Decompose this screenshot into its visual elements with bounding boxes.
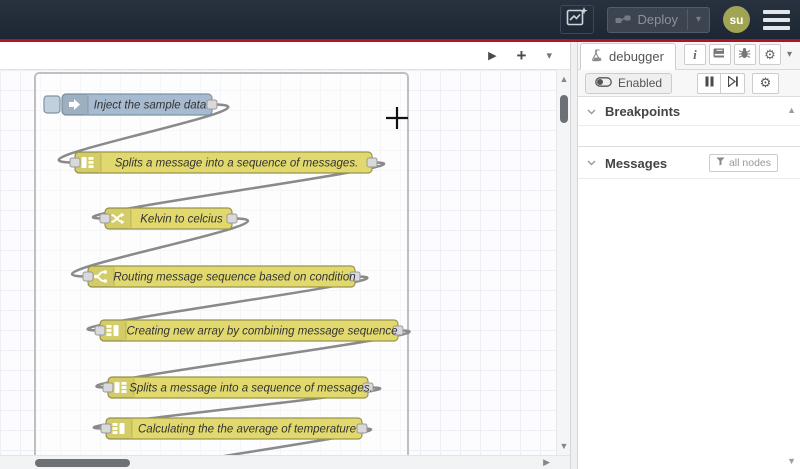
flow-drawing: Inject the sample data Splits a message i… bbox=[34, 72, 411, 455]
node-label: Splits a message into a sequence of mess… bbox=[115, 158, 359, 170]
workspace: ▶ + ▾ Inject the sample data Splits a mes… bbox=[0, 42, 800, 469]
more-tabs-caret-icon[interactable]: ▾ bbox=[784, 49, 795, 60]
canvas-column: ▶ + ▾ Inject the sample data Splits a mes… bbox=[0, 42, 570, 469]
main-menu-button[interactable] bbox=[763, 9, 790, 30]
scroll-down-icon[interactable]: ▼ bbox=[787, 456, 796, 466]
sidebar-tabbar: debugger i ⚙ ▾ bbox=[578, 42, 800, 70]
sidebar-tab-buttons: i ⚙ ▾ bbox=[683, 44, 800, 69]
scroll-up-icon[interactable]: ▲ bbox=[787, 105, 796, 115]
canvas-vertical-scrollbar[interactable]: ▲ ▼ bbox=[556, 70, 570, 455]
node-label: Inject the sample data bbox=[94, 100, 207, 112]
funnel-icon bbox=[716, 157, 725, 169]
flow-list-caret-icon[interactable]: ▾ bbox=[546, 49, 552, 62]
flow-node-inject[interactable]: Inject the sample data bbox=[43, 93, 218, 116]
enabled-label: Enabled bbox=[618, 76, 663, 90]
deploy-label: Deploy bbox=[637, 12, 678, 27]
messages-filter-button[interactable]: all nodes bbox=[708, 154, 778, 172]
chevron-down-icon bbox=[587, 160, 596, 166]
add-flow-icon[interactable]: + bbox=[517, 46, 527, 66]
flow-sparkle-icon bbox=[565, 6, 589, 33]
tab-debugger[interactable]: debugger bbox=[580, 43, 676, 70]
input-port[interactable] bbox=[102, 382, 114, 393]
input-port[interactable] bbox=[99, 213, 111, 224]
deploy-button[interactable]: Deploy ▾ bbox=[606, 6, 710, 33]
config-tab-button[interactable]: ⚙ bbox=[758, 44, 781, 65]
hamburger-icon bbox=[763, 9, 790, 14]
step-button[interactable] bbox=[721, 72, 745, 94]
breakpoints-section-header[interactable]: Breakpoints bbox=[578, 97, 800, 126]
vertical-scroll-thumb[interactable] bbox=[560, 95, 568, 123]
help-tab-button[interactable] bbox=[708, 44, 731, 65]
flow-node-join[interactable]: Creating new array by combining message … bbox=[94, 319, 404, 342]
flow-export-button[interactable] bbox=[559, 5, 594, 34]
deploy-nodes-icon bbox=[608, 14, 638, 26]
messages-section-header[interactable]: Messages all nodes bbox=[578, 147, 800, 179]
info-tab-button[interactable]: i bbox=[683, 44, 706, 65]
messages-title: Messages bbox=[605, 155, 668, 171]
debug-messages-tab-button[interactable] bbox=[733, 44, 756, 65]
output-port[interactable] bbox=[226, 213, 238, 224]
inject-trigger-button[interactable] bbox=[43, 95, 61, 114]
horizontal-scroll-thumb[interactable] bbox=[35, 459, 130, 467]
flow-node-change[interactable]: Kelvin to celcius bbox=[99, 207, 238, 230]
flow-node-switch[interactable]: Routing message sequence based on condit… bbox=[82, 265, 361, 288]
tab-debugger-label: debugger bbox=[609, 49, 664, 64]
messages-filter-label: all nodes bbox=[728, 157, 771, 169]
node-red-editor: Deploy ▾ su ▶ + ▾ Inject the sample data… bbox=[0, 0, 800, 469]
breakpoints-list bbox=[578, 126, 800, 147]
node-label: Creating new array by combining message … bbox=[126, 326, 397, 338]
bug-icon bbox=[738, 46, 751, 64]
deploy-caret-icon[interactable]: ▾ bbox=[686, 9, 709, 30]
flow-node-split[interactable]: Splits a message into a sequence of mess… bbox=[102, 376, 374, 399]
breakpoints-title: Breakpoints bbox=[605, 104, 681, 119]
flow-node-join[interactable]: Calculating the the average of temperatu… bbox=[100, 417, 368, 440]
canvas-toolbar: ▶ + ▾ bbox=[0, 42, 570, 70]
pause-button[interactable] bbox=[697, 72, 721, 94]
input-port[interactable] bbox=[82, 271, 94, 282]
output-port[interactable] bbox=[206, 99, 218, 110]
node-label: Splits a message into a sequence of mess… bbox=[129, 383, 373, 395]
user-avatar[interactable]: su bbox=[723, 6, 750, 33]
flask-icon bbox=[592, 48, 603, 65]
debugger-controls: ⚙ bbox=[697, 72, 779, 94]
canvas-horizontal-scrollbar[interactable]: ▶ bbox=[0, 455, 570, 469]
input-port[interactable] bbox=[69, 157, 81, 168]
chevron-down-icon bbox=[587, 109, 596, 115]
debugger-toolbar: Enabled ⚙ bbox=[578, 70, 800, 97]
run-flow-icon[interactable]: ▶ bbox=[488, 49, 496, 62]
step-forward-icon bbox=[727, 74, 738, 92]
flow-canvas[interactable]: Inject the sample data Splits a message i… bbox=[0, 70, 570, 455]
output-port[interactable] bbox=[366, 157, 378, 168]
header-actions: Deploy ▾ su bbox=[559, 0, 790, 39]
info-icon: i bbox=[693, 46, 697, 62]
book-icon bbox=[713, 46, 726, 64]
flow-node-split[interactable]: Splits a message into a sequence of mess… bbox=[69, 151, 378, 174]
debugger-settings-button[interactable]: ⚙ bbox=[752, 72, 779, 94]
sidebar-splitter[interactable] bbox=[570, 42, 578, 469]
scroll-up-icon[interactable]: ▲ bbox=[557, 74, 570, 84]
scroll-down-icon[interactable]: ▼ bbox=[557, 441, 570, 451]
header-bar: Deploy ▾ su bbox=[0, 0, 800, 39]
input-port[interactable] bbox=[100, 423, 112, 434]
gear-icon: ⚙ bbox=[764, 46, 776, 62]
output-port[interactable] bbox=[356, 423, 368, 434]
debugger-enabled-toggle[interactable]: Enabled bbox=[585, 72, 673, 94]
messages-list bbox=[578, 179, 800, 469]
toggle-icon bbox=[595, 76, 612, 90]
node-label: Routing message sequence based on condit… bbox=[113, 272, 355, 284]
node-label: Kelvin to celcius bbox=[140, 214, 223, 226]
input-port[interactable] bbox=[94, 325, 106, 336]
node-label: Calculating the the average of temperatu… bbox=[138, 424, 356, 436]
sidebar: debugger i ⚙ ▾ Enabled ⚙ Breakpoints Mes… bbox=[578, 42, 800, 469]
pause-icon bbox=[705, 74, 714, 92]
gear-icon: ⚙ bbox=[759, 75, 772, 90]
scroll-right-icon[interactable]: ▶ bbox=[543, 457, 550, 468]
